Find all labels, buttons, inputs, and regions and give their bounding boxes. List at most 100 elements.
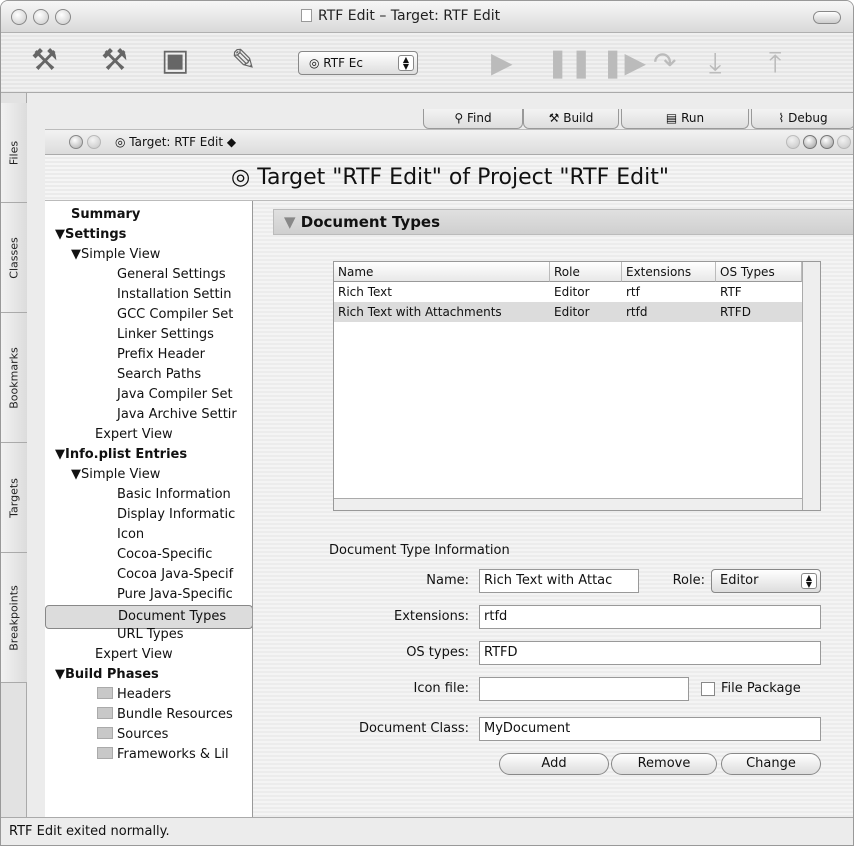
table-cell[interactable]: Editor bbox=[550, 302, 590, 322]
outline-item-prefix-header[interactable]: Prefix Header bbox=[117, 345, 205, 365]
os-types-field[interactable]: RTFD bbox=[479, 641, 821, 665]
role-select[interactable]: Editor ▲ ▼ bbox=[711, 569, 821, 593]
icon-file-field[interactable] bbox=[479, 677, 689, 701]
outline-item-search-paths[interactable]: Search Paths bbox=[117, 365, 201, 385]
outline-item-info-plist[interactable]: ▼Info.plist Entries bbox=[55, 445, 187, 465]
disclosure-triangle-icon[interactable]: ▼ bbox=[55, 447, 65, 462]
checkmark-icon[interactable] bbox=[786, 135, 800, 149]
table-cell[interactable]: Rich Text bbox=[334, 282, 392, 302]
disclosure-triangle-icon[interactable]: ▼ bbox=[71, 467, 81, 482]
target-icon: ◎ bbox=[231, 165, 258, 190]
outline-item-url-types[interactable]: URL Types bbox=[117, 625, 184, 645]
tab-targets[interactable]: Targets bbox=[1, 443, 27, 553]
add-button[interactable]: Add bbox=[499, 753, 609, 775]
outline-item-pure-java-specific[interactable]: Pure Java-Specific bbox=[117, 585, 233, 605]
file-package-checkbox[interactable] bbox=[701, 682, 715, 696]
folder-icon bbox=[97, 747, 113, 759]
clean-broom-icon[interactable]: ✎ bbox=[231, 43, 256, 79]
history-icon[interactable] bbox=[803, 135, 817, 149]
outline-item-expert-view-2[interactable]: Expert View bbox=[95, 645, 173, 665]
tab-build[interactable]: ⚒ Build bbox=[523, 109, 619, 129]
active-target-popup[interactable]: ◎ RTF Ec ▲ ▼ bbox=[298, 51, 418, 75]
column-header-label: Extensions bbox=[626, 265, 692, 279]
os-types-label: OS types: bbox=[406, 645, 469, 660]
section-header[interactable]: ▼ Document Types bbox=[273, 209, 853, 235]
table-cell[interactable]: RTFD bbox=[716, 302, 751, 322]
outline-item-simple-view[interactable]: ▼Simple View bbox=[71, 245, 160, 265]
disclosure-triangle-icon[interactable]: ▼ bbox=[71, 247, 81, 262]
tab-breakpoints-label: Breakpoints bbox=[7, 584, 21, 651]
disclosure-triangle-icon[interactable]: ▼ bbox=[284, 213, 301, 231]
outline-item-java-archive-settings[interactable]: Java Archive Settir bbox=[117, 405, 237, 425]
disclosure-triangle-icon[interactable]: ▼ bbox=[55, 667, 65, 682]
build-and-debug-icon[interactable]: ▣ bbox=[161, 43, 189, 79]
build-and-run-icon[interactable]: ⚒ bbox=[101, 43, 128, 79]
outline-item-expert-view[interactable]: Expert View bbox=[95, 425, 173, 445]
outline-item-sources[interactable]: Sources bbox=[97, 725, 168, 745]
continue-icon[interactable]: ▶ bbox=[491, 47, 513, 79]
column-header-os-types[interactable]: OS Types bbox=[716, 262, 802, 282]
tab-bookmarks[interactable]: Bookmarks bbox=[1, 313, 27, 443]
change-button[interactable]: Change bbox=[721, 753, 821, 775]
outline-item-installation-settings[interactable]: Installation Settin bbox=[117, 285, 231, 305]
outline-item-gcc-compiler-settings[interactable]: GCC Compiler Set bbox=[117, 305, 233, 325]
outline-item-cocoa-java-specific[interactable]: Cocoa Java-Specif bbox=[117, 565, 233, 585]
disclosure-triangle-icon[interactable]: ▼ bbox=[55, 227, 65, 242]
target-popup[interactable]: ◎ Target: RTF Edit ◆ bbox=[115, 135, 236, 149]
table-cell[interactable]: RTF bbox=[716, 282, 742, 302]
table-cell[interactable]: Rich Text with Attachments bbox=[334, 302, 502, 322]
outline-item-summary[interactable]: Summary bbox=[71, 205, 140, 225]
folder-icon bbox=[97, 727, 113, 739]
info-icon[interactable] bbox=[820, 135, 834, 149]
outline-item-settings[interactable]: ▼Settings bbox=[55, 225, 126, 245]
outline-item-simple-view-2[interactable]: ▼Simple View bbox=[71, 465, 160, 485]
column-header-name[interactable]: Name bbox=[334, 262, 550, 282]
tab-find-label: Find bbox=[467, 111, 492, 125]
table-cell[interactable]: Editor bbox=[550, 282, 590, 302]
column-header-extensions[interactable]: Extensions bbox=[622, 262, 716, 282]
tab-run[interactable]: ▤ Run bbox=[621, 109, 749, 129]
terminal-icon: ▤ bbox=[665, 111, 682, 125]
minimize-window-button[interactable] bbox=[33, 9, 49, 25]
outline-item-build-phases[interactable]: ▼Build Phases bbox=[55, 665, 159, 685]
vertical-scrollbar[interactable] bbox=[802, 262, 820, 510]
outline-item-general-settings[interactable]: General Settings bbox=[117, 265, 226, 285]
zoom-window-button[interactable] bbox=[55, 9, 71, 25]
table-cell[interactable]: rtfd bbox=[622, 302, 647, 322]
step-icon[interactable]: ❚▶ bbox=[601, 47, 646, 79]
split-view-icon[interactable] bbox=[837, 135, 851, 149]
outline-item-cocoa-specific[interactable]: Cocoa-Specific bbox=[117, 545, 212, 565]
step-out-icon[interactable]: ⤒ bbox=[769, 47, 781, 79]
build-hammer-icon[interactable]: ⚒ bbox=[31, 43, 58, 79]
toolbar-toggle-button[interactable] bbox=[813, 11, 841, 24]
tab-classes[interactable]: Classes bbox=[1, 203, 27, 313]
outline-item-linker-settings[interactable]: Linker Settings bbox=[117, 325, 214, 345]
outline-item-bundle-resources[interactable]: Bundle Resources bbox=[97, 705, 233, 725]
cell-text: Editor bbox=[554, 285, 590, 299]
tab-debug[interactable]: ⌇ Debug bbox=[751, 109, 853, 129]
outline-item-basic-information[interactable]: Basic Information bbox=[117, 485, 231, 505]
horizontal-scrollbar[interactable] bbox=[334, 498, 802, 510]
outline-item-frameworks[interactable]: Frameworks & Lil bbox=[97, 745, 229, 765]
step-into-icon[interactable]: ⤓ bbox=[709, 47, 721, 79]
name-field[interactable]: Rich Text with Attac bbox=[479, 569, 639, 593]
back-button[interactable] bbox=[69, 135, 83, 149]
outline-item-headers[interactable]: Headers bbox=[97, 685, 171, 705]
hammer-icon: ⚒ bbox=[548, 111, 564, 125]
column-header-role[interactable]: Role bbox=[550, 262, 622, 282]
outline-item-display-information[interactable]: Display Informatic bbox=[117, 505, 235, 525]
forward-button[interactable] bbox=[87, 135, 101, 149]
step-over-icon[interactable]: ↷ bbox=[653, 47, 676, 79]
remove-button[interactable]: Remove bbox=[611, 753, 717, 775]
document-class-field[interactable]: MyDocument bbox=[479, 717, 821, 741]
tab-find[interactable]: ⚲ Find bbox=[423, 109, 523, 129]
tab-files[interactable]: Files bbox=[1, 103, 27, 203]
close-window-button[interactable] bbox=[11, 9, 27, 25]
table-cell[interactable]: rtf bbox=[622, 282, 640, 302]
outline-item-label: Linker Settings bbox=[117, 327, 214, 342]
outline-item-java-compiler-settings[interactable]: Java Compiler Set bbox=[117, 385, 233, 405]
extensions-field[interactable]: rtfd bbox=[479, 605, 821, 629]
pause-icon[interactable]: ❚❚ bbox=[546, 47, 593, 79]
outline-item-icon[interactable]: Icon bbox=[117, 525, 144, 545]
tab-breakpoints[interactable]: Breakpoints bbox=[1, 553, 27, 683]
